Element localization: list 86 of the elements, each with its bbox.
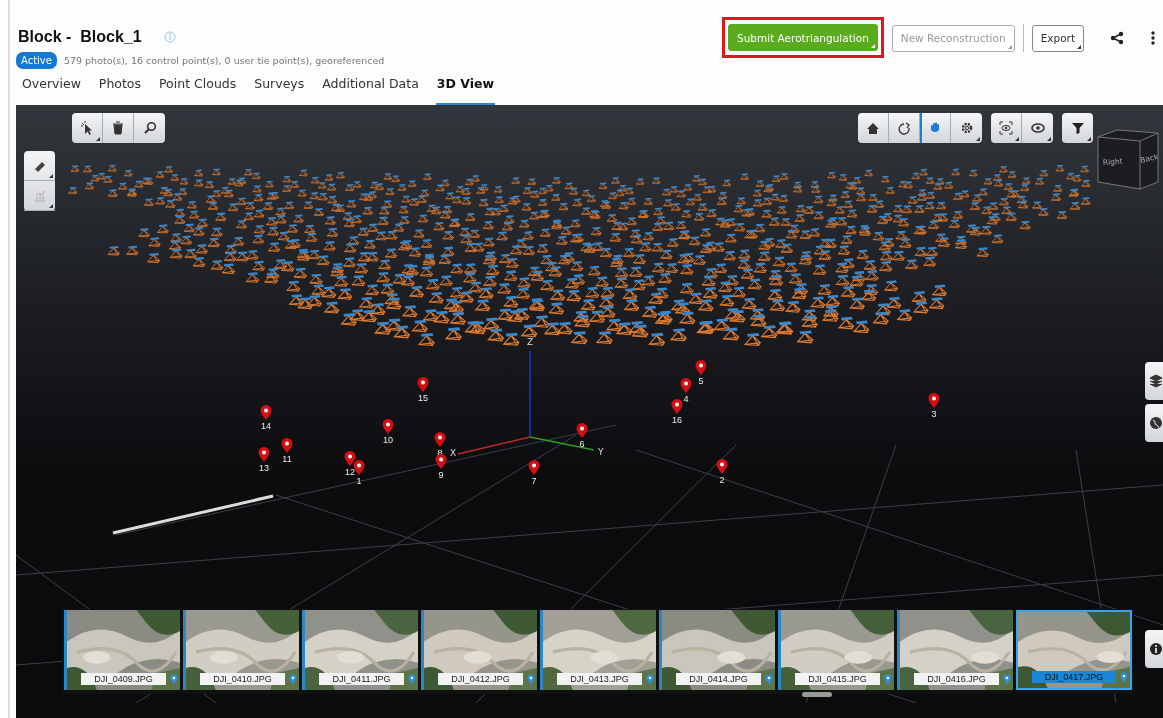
control-point-pin-icon[interactable] — [281, 438, 293, 454]
status-badge: Active — [16, 52, 57, 69]
location-pin-icon — [408, 673, 416, 685]
control-point-label: 5 — [698, 376, 704, 386]
focus-icon — [999, 121, 1013, 135]
control-point-pin-icon[interactable] — [695, 360, 707, 376]
location-pin-icon — [527, 673, 535, 685]
location-pin-icon — [289, 673, 297, 685]
control-point-label: 4 — [683, 394, 689, 404]
control-point-pin-icon[interactable] — [928, 393, 940, 409]
photo-thumbnail[interactable]: DJI_0415.JPG — [778, 610, 894, 690]
photo-thumbnail[interactable]: DJI_0411.JPG — [302, 610, 418, 690]
photo-name: DJI_0413.JPG — [557, 673, 643, 685]
location-pin-icon — [646, 673, 654, 685]
delete-icon — [111, 121, 125, 135]
photo-thumbnail[interactable]: DJI_0409.JPG — [64, 610, 180, 690]
axis-label: X — [450, 448, 457, 458]
control-point-pin-icon[interactable] — [353, 460, 365, 476]
visibility-icon — [1030, 121, 1045, 135]
control-point-pin-icon[interactable] — [258, 447, 270, 463]
control-point-label: 16 — [672, 415, 682, 425]
home-icon — [866, 121, 880, 135]
photo-thumbnail[interactable]: DJI_0413.JPG — [540, 610, 656, 690]
globe-icon — [1149, 416, 1163, 430]
select-tool-icon — [80, 121, 94, 135]
photo-name: DJI_0410.JPG — [200, 673, 286, 685]
control-point-label: 10 — [383, 435, 393, 445]
control-point-pin-icon[interactable] — [716, 459, 728, 475]
control-point-pin-icon[interactable] — [382, 419, 394, 435]
control-point-label: 14 — [261, 421, 271, 431]
pan-button[interactable] — [920, 113, 951, 143]
photo-name: DJI_0411.JPG — [319, 673, 405, 685]
control-point-label: 15 — [418, 393, 428, 403]
photo-name: DJI_0415.JPG — [795, 673, 881, 685]
block-summary: 579 photo(s), 16 control point(s), 0 user tie point(s), georeferenced — [63, 55, 385, 66]
photo-thumbnail[interactable]: DJI_0412.JPG — [421, 610, 537, 690]
view-cube[interactable] — [1097, 129, 1159, 190]
location-pin-icon — [1120, 671, 1128, 683]
location-pin-icon — [1003, 673, 1011, 685]
orbit-icon — [897, 121, 911, 135]
tab[interactable]: Additional Data — [321, 64, 420, 105]
control-point-pin-icon[interactable] — [417, 377, 429, 393]
location-pin-icon — [170, 673, 178, 685]
tab[interactable]: Photos — [97, 64, 143, 105]
pan-icon — [928, 121, 942, 135]
photo-name: DJI_0416.JPG — [914, 673, 1000, 685]
control-point-label: 2 — [719, 475, 725, 485]
control-point-pin-icon[interactable] — [671, 399, 683, 415]
action-button[interactable]: Export — [1031, 24, 1084, 52]
search-icon — [142, 121, 157, 135]
photo-thumbnail[interactable]: DJI_0416.JPG — [897, 610, 1013, 690]
photo-name: DJI_0417.JPG — [1032, 671, 1117, 683]
control-point-label: 11 — [282, 454, 292, 464]
control-point-pin-icon[interactable] — [528, 460, 540, 476]
control-point-label: 12 — [345, 467, 355, 477]
control-point-label: 1 — [356, 476, 362, 486]
control-point-pin-icon[interactable] — [260, 405, 272, 421]
axis-label: Y — [598, 447, 604, 457]
photo-name: DJI_0414.JPG — [676, 673, 762, 685]
block-title: Block - Block_1 — [18, 28, 142, 46]
chart-tool-icon — [32, 188, 47, 203]
control-point-pin-icon[interactable] — [434, 432, 446, 448]
control-point-pin-icon[interactable] — [435, 454, 447, 470]
photo-name: DJI_0412.JPG — [438, 673, 524, 685]
more-icon[interactable] — [1150, 30, 1156, 46]
control-point-label: 3 — [931, 409, 937, 419]
control-point-pin-icon[interactable] — [680, 378, 692, 394]
scroll-thumb[interactable] — [802, 692, 832, 697]
control-point-label: 6 — [579, 439, 585, 449]
control-point-pin-icon[interactable] — [344, 451, 356, 467]
settings-icon — [959, 121, 974, 135]
control-point-label: 13 — [259, 463, 269, 473]
control-point-pin-icon[interactable] — [576, 423, 588, 439]
info-icon — [1149, 642, 1163, 656]
photo-thumbnail[interactable]: DJI_0410.JPG — [183, 610, 299, 690]
axis-label: Z — [527, 337, 534, 347]
control-point-label: 7 — [531, 476, 537, 486]
photo-name: DJI_0409.JPG — [81, 673, 167, 685]
share-icon[interactable] — [1110, 31, 1124, 45]
location-pin-icon — [884, 673, 892, 685]
photo-thumbnail[interactable]: DJI_0414.JPG — [659, 610, 775, 690]
photo-thumbnail[interactable]: DJI_0417.JPG — [1016, 610, 1132, 690]
control-point-label: 9 — [438, 470, 444, 480]
filter-icon — [1070, 121, 1085, 135]
layers-icon — [1149, 374, 1163, 388]
location-pin-icon — [765, 673, 773, 685]
